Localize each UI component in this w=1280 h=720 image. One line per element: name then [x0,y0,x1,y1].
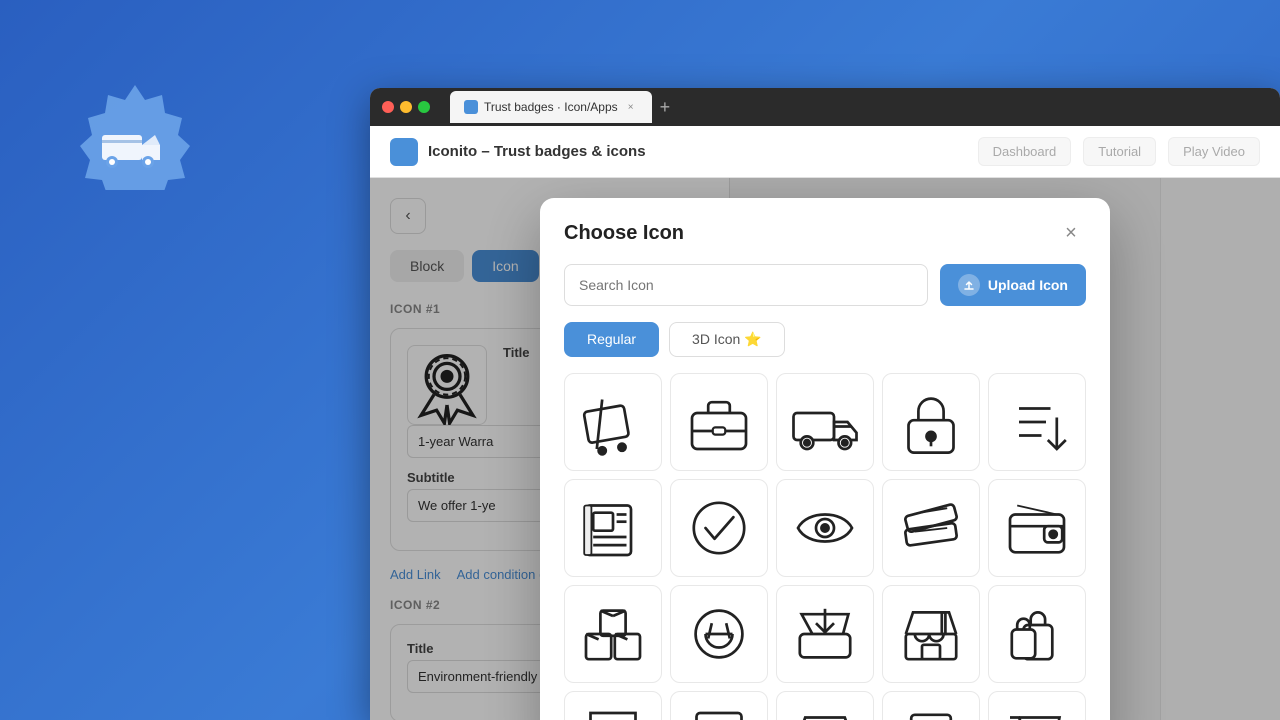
icon-newspaper[interactable] [564,479,662,577]
search-icon-input[interactable] [564,264,928,306]
icon-basket[interactable] [670,585,768,683]
tab-favicon [464,100,478,114]
filter-regular-tab[interactable]: Regular [564,322,659,357]
icon-boxes[interactable] [564,585,662,683]
desktop-badge [80,80,190,190]
icon-cart-down[interactable] [988,691,1086,720]
icon-storefront[interactable] [882,585,980,683]
tutorial-button[interactable]: Tutorial [1083,137,1156,166]
icon-storefront2[interactable] [776,691,874,720]
filter-3d-tab[interactable]: 3D Icon ⭐ [669,322,785,357]
app-title: Iconito – Trust badges & icons [428,143,646,160]
modal-search-row: Upload Icon [540,264,1110,322]
app-logo-icon [390,138,418,166]
upload-icon [958,274,980,296]
upload-icon-button[interactable]: Upload Icon [940,264,1086,306]
new-tab-button[interactable]: + [652,97,679,118]
browser-window: Trust badges · Icon/Apps × + Iconito – T… [370,88,1280,720]
icon-shopping-bags[interactable] [988,585,1086,683]
icon-briefcase[interactable] [670,373,768,471]
dashboard-button[interactable]: Dashboard [978,137,1072,166]
icon-pos[interactable] [882,691,980,720]
icon-cart-tilt[interactable] [564,373,662,471]
icon-inbox-down[interactable] [776,585,874,683]
close-button[interactable] [382,101,394,113]
app-header: Iconito – Trust badges & icons Dashboard… [370,126,1280,178]
minimize-button[interactable] [400,101,412,113]
play-video-button[interactable]: Play Video [1168,137,1260,166]
icon-checkmark[interactable] [670,479,768,577]
icons-grid [540,373,1110,720]
upload-icon-label: Upload Icon [988,277,1068,293]
icon-eye[interactable] [776,479,874,577]
app-main: ‹ Block Icon ICON #1 [370,178,1280,720]
traffic-lights [382,101,430,113]
modal-header: Choose Icon × [540,198,1110,264]
choose-icon-modal: Choose Icon × [540,198,1110,720]
modal-overlay: Choose Icon × [370,178,1280,720]
modal-title: Choose Icon [564,222,684,245]
maximize-button[interactable] [418,101,430,113]
active-tab[interactable]: Trust badges · Icon/Apps × [450,91,652,123]
icon-tickets[interactable] [882,479,980,577]
icon-sort-text[interactable] [988,373,1086,471]
icon-delivery-truck[interactable] [776,373,874,471]
icon-receipt[interactable] [564,691,662,720]
tab-close-button[interactable]: × [624,100,638,114]
header-right: Dashboard Tutorial Play Video [978,137,1260,166]
icon-wallet[interactable] [988,479,1086,577]
filter-tabs: Regular 3D Icon ⭐ [540,322,1110,373]
tab-label: Trust badges · Icon/Apps [484,100,618,114]
browser-titlebar: Trust badges · Icon/Apps × + [370,88,1280,126]
browser-content: Iconito – Trust badges & icons Dashboard… [370,126,1280,720]
icon-filing-cabinet[interactable] [670,691,768,720]
icon-lock[interactable] [882,373,980,471]
browser-tabs: Trust badges · Icon/Apps × + [450,91,678,123]
app-logo: Iconito – Trust badges & icons [390,138,646,166]
modal-close-button[interactable]: × [1056,218,1086,248]
